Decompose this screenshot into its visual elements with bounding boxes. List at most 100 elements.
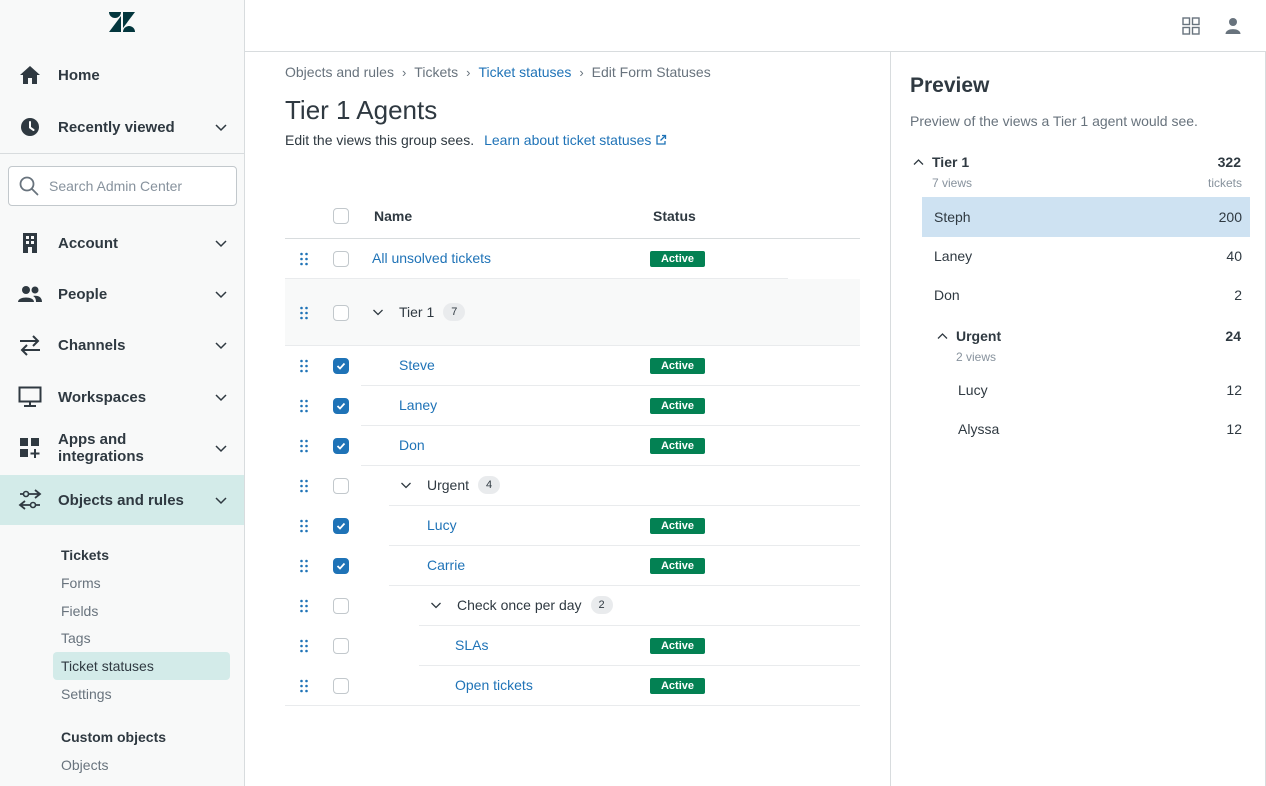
row-checkbox[interactable] xyxy=(333,518,349,534)
view-name-link[interactable]: Lucy xyxy=(427,517,457,533)
nav-label: People xyxy=(58,285,108,303)
nav-item-objects-rules[interactable]: Objects and rules xyxy=(0,475,244,525)
subnav-item-settings[interactable]: Settings xyxy=(53,680,230,708)
table-row[interactable]: All unsolved tickets Active xyxy=(285,239,860,279)
preview-view-item[interactable]: Lucy 12 xyxy=(946,370,1250,410)
user-avatar-icon[interactable] xyxy=(1223,16,1243,36)
zendesk-logo[interactable] xyxy=(108,10,136,34)
group-toggle[interactable]: Tier 1 7 xyxy=(372,303,466,321)
preview-group-tier1-toggle[interactable]: Tier 1 xyxy=(913,154,969,170)
table-row[interactable]: Laney Active xyxy=(285,386,860,426)
drag-handle-icon[interactable] xyxy=(299,306,309,320)
drag-handle-icon[interactable] xyxy=(299,679,309,693)
nav-item-recently-viewed[interactable]: Recently viewed xyxy=(0,102,244,152)
nav-item-apps-integrations[interactable]: Apps and integrations xyxy=(0,423,244,473)
search-box[interactable] xyxy=(8,166,237,206)
subnav-item-tags[interactable]: Tags xyxy=(53,624,230,652)
row-checkbox[interactable] xyxy=(333,438,349,454)
table-group-row[interactable]: Tier 1 7 xyxy=(285,279,860,346)
checkmark-icon xyxy=(336,522,346,530)
nav-item-workspaces[interactable]: Workspaces xyxy=(0,372,244,422)
row-checkbox[interactable] xyxy=(333,598,349,614)
breadcrumb-item[interactable]: Ticket statuses xyxy=(478,64,571,80)
search-input[interactable] xyxy=(49,178,219,194)
table-row[interactable]: Open tickets Active xyxy=(285,666,860,706)
group-ticket-count: 322 xyxy=(1217,154,1241,170)
table-group-row[interactable]: Check once per day 2 xyxy=(285,586,860,626)
view-count: 200 xyxy=(1218,209,1242,225)
row-checkbox[interactable] xyxy=(333,638,349,654)
subnav-item-fields[interactable]: Fields xyxy=(53,597,230,625)
row-checkbox[interactable] xyxy=(333,251,349,267)
nav-label: Account xyxy=(58,234,118,252)
table-row[interactable]: Don Active xyxy=(285,426,860,466)
checkmark-icon xyxy=(336,362,346,370)
preview-group-urgent-toggle[interactable]: Urgent xyxy=(937,328,1001,344)
drag-handle-icon[interactable] xyxy=(299,599,309,613)
nav-item-account[interactable]: Account xyxy=(0,218,244,268)
view-name-link[interactable]: SLAs xyxy=(455,637,488,653)
table-row[interactable]: Lucy Active xyxy=(285,506,860,546)
view-name-link[interactable]: Open tickets xyxy=(455,677,533,693)
view-name-link[interactable]: Carrie xyxy=(427,557,465,573)
table-row[interactable]: SLAs Active xyxy=(285,626,860,666)
drag-handle-icon[interactable] xyxy=(299,252,309,266)
view-count: 12 xyxy=(1226,382,1242,398)
column-header-status[interactable]: Status xyxy=(653,208,696,224)
row-checkbox[interactable] xyxy=(333,358,349,374)
table-row[interactable]: Steve Active xyxy=(285,346,860,386)
checkmark-icon xyxy=(336,402,346,410)
drag-handle-icon[interactable] xyxy=(299,439,309,453)
drag-handle-icon[interactable] xyxy=(299,519,309,533)
view-label: Don xyxy=(934,287,960,303)
group-name: Tier 1 xyxy=(399,304,435,320)
drag-handle-icon[interactable] xyxy=(299,559,309,573)
row-checkbox[interactable] xyxy=(333,678,349,694)
preview-view-item[interactable]: Steph 200 xyxy=(922,197,1250,237)
product-grid-icon[interactable] xyxy=(1181,16,1201,36)
chevron-down-icon xyxy=(215,240,227,248)
view-name-link[interactable]: All unsolved tickets xyxy=(372,250,491,266)
drag-handle-icon[interactable] xyxy=(299,359,309,373)
breadcrumb-item[interactable]: Objects and rules xyxy=(285,64,394,80)
divider xyxy=(0,153,244,154)
building-icon xyxy=(18,231,42,255)
preview-panel: Preview Preview of the views a Tier 1 ag… xyxy=(890,52,1266,786)
drag-handle-icon[interactable] xyxy=(299,399,309,413)
drag-handle-icon[interactable] xyxy=(299,479,309,493)
nav-item-home[interactable]: Home xyxy=(0,50,244,100)
people-icon xyxy=(18,282,42,306)
table-group-row[interactable]: Urgent 4 xyxy=(285,466,860,506)
view-count: 2 xyxy=(1234,287,1242,303)
group-toggle[interactable]: Check once per day 2 xyxy=(430,596,613,614)
drag-handle-icon[interactable] xyxy=(299,639,309,653)
select-all-checkbox[interactable] xyxy=(333,208,349,224)
nav-item-people[interactable]: People xyxy=(0,269,244,319)
row-checkbox[interactable] xyxy=(333,478,349,494)
status-badge: Active xyxy=(650,558,705,574)
view-label: Lucy xyxy=(958,382,988,398)
preview-view-item[interactable]: Don 2 xyxy=(922,275,1250,315)
view-name-link[interactable]: Don xyxy=(399,437,425,453)
count-badge: 4 xyxy=(478,476,501,494)
view-name-link[interactable]: Laney xyxy=(399,397,437,413)
row-checkbox[interactable] xyxy=(333,558,349,574)
group-toggle[interactable]: Urgent 4 xyxy=(400,476,501,494)
row-checkbox[interactable] xyxy=(333,398,349,414)
learn-link[interactable]: Learn about ticket statuses xyxy=(484,132,667,148)
column-header-name[interactable]: Name xyxy=(374,208,412,224)
subnav-item-objects[interactable]: Objects xyxy=(53,751,230,779)
views-table: Name Status All unsolved tickets Active … xyxy=(285,196,860,706)
chevron-down-icon xyxy=(215,394,227,402)
subnav-item-ticket-statuses[interactable]: Ticket statuses xyxy=(53,652,230,680)
row-checkbox[interactable] xyxy=(333,305,349,321)
preview-view-item[interactable]: Alyssa 12 xyxy=(946,409,1250,449)
table-row[interactable]: Carrie Active xyxy=(285,546,860,586)
nav-item-channels[interactable]: Channels xyxy=(0,320,244,370)
preview-view-item[interactable]: Laney 40 xyxy=(922,236,1250,276)
view-name-link[interactable]: Steve xyxy=(399,357,435,373)
nav-label: Objects and rules xyxy=(58,491,184,509)
preview-description: Preview of the views a Tier 1 agent woul… xyxy=(910,113,1198,129)
breadcrumb-item[interactable]: Tickets xyxy=(414,64,458,80)
subnav-item-forms[interactable]: Forms xyxy=(53,569,230,597)
